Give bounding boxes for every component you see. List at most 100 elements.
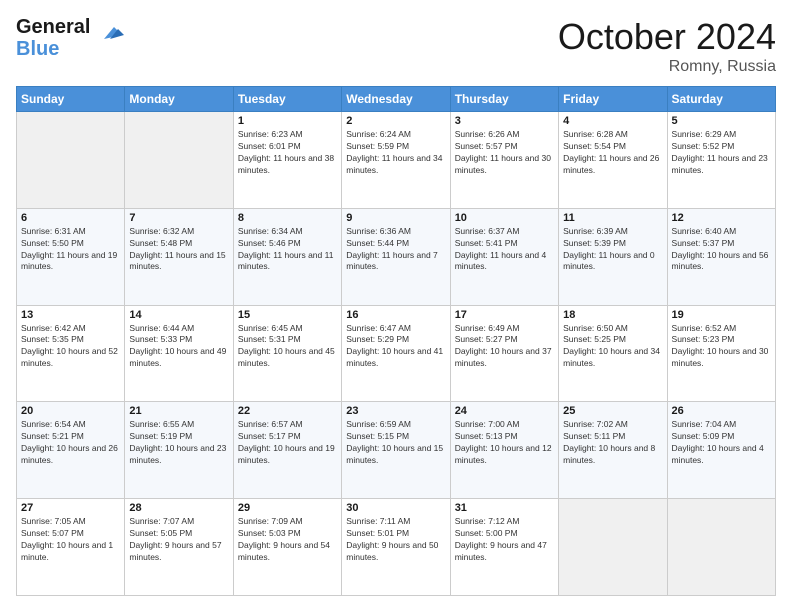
logo: General Blue (16, 16, 124, 60)
day-info: Sunrise: 6:54 AM Sunset: 5:21 PM Dayligh… (21, 419, 120, 467)
day-info: Sunrise: 6:31 AM Sunset: 5:50 PM Dayligh… (21, 226, 120, 274)
calendar-cell: 2Sunrise: 6:24 AM Sunset: 5:59 PM Daylig… (342, 112, 450, 209)
calendar-cell: 29 Sunrise: 7:09 AM Sunset: 5:03 PM Dayli… (233, 499, 341, 596)
day-header-friday: Friday (559, 87, 667, 112)
day-info: Sunrise: 6:23 AM Sunset: 6:01 PM Dayligh… (238, 129, 337, 177)
day-number: 9 (346, 212, 445, 224)
day-number: 21 (129, 405, 228, 417)
day-info: Sunrise: 6:47 AM Sunset: 5:29 PM Dayligh… (346, 323, 445, 371)
logo-icon (94, 19, 124, 49)
title-block: October 2024 Romny, Russia (558, 16, 776, 76)
day-info: Sunrise: 7:02 AM Sunset: 5:11 PM Dayligh… (563, 419, 662, 467)
day-number: 17 (455, 309, 554, 321)
location: Romny, Russia (558, 58, 776, 76)
logo-line1: General (16, 16, 90, 38)
calendar-cell: 1 Sunrise: 6:23 AM Sunset: 6:01 PM Daylig… (233, 112, 341, 209)
page: General Blue October 2024 Romny, Russia … (0, 0, 792, 612)
calendar-cell: 19 Sunrise: 6:52 AM Sunset: 5:23 PM Dayli… (667, 305, 775, 402)
calendar-cell: 25 Sunrise: 7:02 AM Sunset: 5:11 PM Dayli… (559, 402, 667, 499)
calendar-week-1: 6 Sunrise: 6:31 AM Sunset: 5:50 PM Daylig… (17, 208, 776, 305)
calendar-cell (667, 499, 775, 596)
day-header-saturday: Saturday (667, 87, 775, 112)
day-number: 15 (238, 309, 337, 321)
calendar-cell: 22 Sunrise: 6:57 AM Sunset: 5:17 PM Dayli… (233, 402, 341, 499)
day-number: 29 (238, 502, 337, 514)
day-info: Sunrise: 6:36 AM Sunset: 5:44 PM Dayligh… (346, 226, 445, 274)
day-info: Sunrise: 6:39 AM Sunset: 5:39 PM Dayligh… (563, 226, 662, 274)
day-number: 5 (672, 115, 771, 127)
day-info: Sunrise: 7:04 AM Sunset: 5:09 PM Dayligh… (672, 419, 771, 467)
day-number: 25 (563, 405, 662, 417)
day-number: 22 (238, 405, 337, 417)
day-header-monday: Monday (125, 87, 233, 112)
calendar-cell: 26 Sunrise: 7:04 AM Sunset: 5:09 PM Dayli… (667, 402, 775, 499)
day-info: Sunrise: 6:50 AM Sunset: 5:25 PM Dayligh… (563, 323, 662, 371)
calendar-cell: 21 Sunrise: 6:55 AM Sunset: 5:19 PM Dayli… (125, 402, 233, 499)
day-header-wednesday: Wednesday (342, 87, 450, 112)
day-info: Sunrise: 6:49 AM Sunset: 5:27 PM Dayligh… (455, 323, 554, 371)
day-info: Sunrise: 6:52 AM Sunset: 5:23 PM Dayligh… (672, 323, 771, 371)
day-info: Sunrise: 7:12 AM Sunset: 5:00 PM Dayligh… (455, 516, 554, 564)
header: General Blue October 2024 Romny, Russia (16, 16, 776, 76)
calendar-header-row: SundayMondayTuesdayWednesdayThursdayFrid… (17, 87, 776, 112)
day-number: 27 (21, 502, 120, 514)
day-number: 10 (455, 212, 554, 224)
day-number: 13 (21, 309, 120, 321)
day-number: 20 (21, 405, 120, 417)
calendar-cell: 3Sunrise: 6:26 AM Sunset: 5:57 PM Daylig… (450, 112, 558, 209)
day-number: 19 (672, 309, 771, 321)
day-info: Sunrise: 6:57 AM Sunset: 5:17 PM Dayligh… (238, 419, 337, 467)
calendar-cell: 27 Sunrise: 7:05 AM Sunset: 5:07 PM Dayli… (17, 499, 125, 596)
calendar-cell: 18 Sunrise: 6:50 AM Sunset: 5:25 PM Dayli… (559, 305, 667, 402)
calendar-cell: 7Sunrise: 6:32 AM Sunset: 5:48 PM Daylig… (125, 208, 233, 305)
calendar-cell: 6 Sunrise: 6:31 AM Sunset: 5:50 PM Daylig… (17, 208, 125, 305)
day-info: Sunrise: 6:59 AM Sunset: 5:15 PM Dayligh… (346, 419, 445, 467)
calendar-table: SundayMondayTuesdayWednesdayThursdayFrid… (16, 86, 776, 596)
day-info: Sunrise: 7:09 AM Sunset: 5:03 PM Dayligh… (238, 516, 337, 564)
day-header-thursday: Thursday (450, 87, 558, 112)
calendar-cell: 23 Sunrise: 6:59 AM Sunset: 5:15 PM Dayli… (342, 402, 450, 499)
calendar-cell: 20 Sunrise: 6:54 AM Sunset: 5:21 PM Dayli… (17, 402, 125, 499)
day-number: 6 (21, 212, 120, 224)
calendar-cell: 14Sunrise: 6:44 AM Sunset: 5:33 PM Dayli… (125, 305, 233, 402)
logo-line2: Blue (16, 38, 90, 60)
day-number: 12 (672, 212, 771, 224)
day-info: Sunrise: 6:45 AM Sunset: 5:31 PM Dayligh… (238, 323, 337, 371)
day-info: Sunrise: 6:37 AM Sunset: 5:41 PM Dayligh… (455, 226, 554, 274)
calendar-cell (559, 499, 667, 596)
day-number: 1 (238, 115, 337, 127)
calendar-week-3: 20 Sunrise: 6:54 AM Sunset: 5:21 PM Dayli… (17, 402, 776, 499)
calendar-cell: 15 Sunrise: 6:45 AM Sunset: 5:31 PM Dayli… (233, 305, 341, 402)
day-info: Sunrise: 6:40 AM Sunset: 5:37 PM Dayligh… (672, 226, 771, 274)
day-number: 4 (563, 115, 662, 127)
calendar-cell (17, 112, 125, 209)
day-number: 18 (563, 309, 662, 321)
day-number: 11 (563, 212, 662, 224)
day-header-sunday: Sunday (17, 87, 125, 112)
day-number: 23 (346, 405, 445, 417)
day-info: Sunrise: 6:55 AM Sunset: 5:19 PM Dayligh… (129, 419, 228, 467)
day-info: Sunrise: 6:32 AM Sunset: 5:48 PM Dayligh… (129, 226, 228, 274)
calendar-cell: 24 Sunrise: 7:00 AM Sunset: 5:13 PM Dayli… (450, 402, 558, 499)
calendar-cell: 4Sunrise: 6:28 AM Sunset: 5:54 PM Daylig… (559, 112, 667, 209)
day-number: 28 (129, 502, 228, 514)
calendar-week-4: 27 Sunrise: 7:05 AM Sunset: 5:07 PM Dayli… (17, 499, 776, 596)
calendar-cell: 30Sunrise: 7:11 AM Sunset: 5:01 PM Dayli… (342, 499, 450, 596)
day-number: 16 (346, 309, 445, 321)
calendar-cell: 16 Sunrise: 6:47 AM Sunset: 5:29 PM Dayli… (342, 305, 450, 402)
day-info: Sunrise: 7:07 AM Sunset: 5:05 PM Dayligh… (129, 516, 228, 564)
day-number: 26 (672, 405, 771, 417)
day-info: Sunrise: 7:00 AM Sunset: 5:13 PM Dayligh… (455, 419, 554, 467)
day-info: Sunrise: 7:05 AM Sunset: 5:07 PM Dayligh… (21, 516, 120, 564)
day-number: 2 (346, 115, 445, 127)
day-info: Sunrise: 6:34 AM Sunset: 5:46 PM Dayligh… (238, 226, 337, 274)
calendar-cell: 13 Sunrise: 6:42 AM Sunset: 5:35 PM Dayli… (17, 305, 125, 402)
calendar-cell: 10 Sunrise: 6:37 AM Sunset: 5:41 PM Dayli… (450, 208, 558, 305)
calendar-cell: 12 Sunrise: 6:40 AM Sunset: 5:37 PM Dayli… (667, 208, 775, 305)
day-number: 30 (346, 502, 445, 514)
day-number: 31 (455, 502, 554, 514)
calendar-cell: 11 Sunrise: 6:39 AM Sunset: 5:39 PM Dayli… (559, 208, 667, 305)
calendar-week-0: 1 Sunrise: 6:23 AM Sunset: 6:01 PM Daylig… (17, 112, 776, 209)
day-info: Sunrise: 6:42 AM Sunset: 5:35 PM Dayligh… (21, 323, 120, 371)
day-number: 24 (455, 405, 554, 417)
